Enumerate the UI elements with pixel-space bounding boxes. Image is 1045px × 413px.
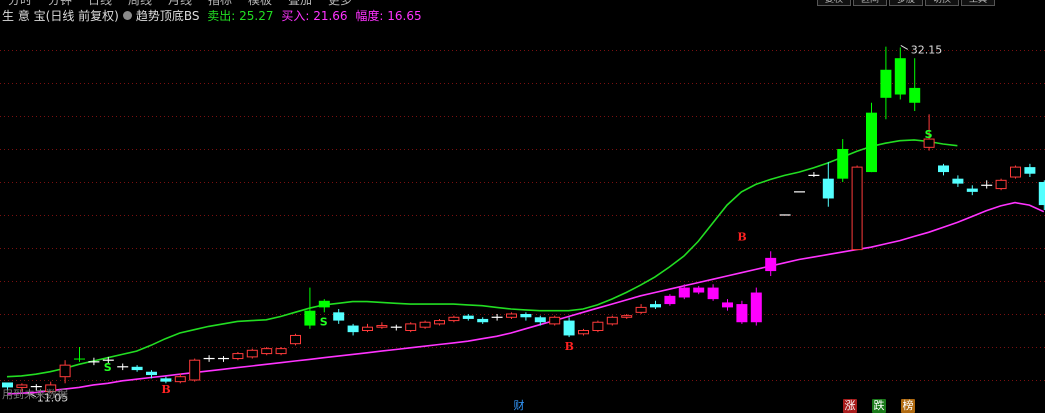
candle-body [606,316,618,325]
candle-body [318,300,330,308]
candle-body [678,287,690,298]
candle-body [405,323,417,331]
candle-body [520,313,532,318]
candle-body [563,320,575,336]
candle-body [174,376,186,383]
candle-body [232,353,244,360]
candlestick-chart[interactable]: SBSBBS32.1511.05 [0,0,1045,413]
future-data-note: 用到未来数据 [2,388,68,401]
candle-body [376,325,388,328]
candle-body [966,188,978,192]
buy-signal: B [565,340,574,353]
candle-body [851,166,863,251]
candle-body [131,366,143,371]
candle-body [837,148,849,179]
candle-body [952,178,964,184]
candle-body [1038,181,1045,206]
sell-signal: S [320,315,328,328]
candle-body [707,287,719,300]
candle-body [448,316,460,322]
candle-body [592,321,604,331]
candle-body [765,257,777,272]
candle-body [1010,166,1021,178]
candle-body [693,287,705,293]
candle-body [74,358,85,360]
candle-body [578,329,589,335]
candle-body [736,304,748,323]
candle-body [909,87,921,103]
sell-signal: S [104,361,112,374]
sell-signal: S [925,128,933,141]
candle-body [434,320,445,325]
candle-body [290,334,301,345]
candle-body [246,349,258,358]
candle-body [650,304,661,308]
candle-body [419,321,431,328]
candle-body [347,325,359,333]
candle-body [822,178,834,199]
candle-body [995,179,1007,190]
candle-body [621,315,633,318]
candle-body [635,306,647,313]
candle-body [146,371,157,376]
candle-body [362,326,373,331]
candle-body [160,378,172,382]
candle-body [59,364,71,378]
candle-body [189,359,201,381]
candle-body [534,317,546,323]
high-label: 32.15 [911,43,943,56]
high-pointer [900,45,909,50]
list-rank-marker[interactable]: 榜 [901,399,915,413]
buy-signal: B [737,230,746,243]
candle-body [333,312,345,321]
candle-body [506,313,517,318]
candle-body [261,348,273,355]
finance-marker[interactable]: 财 [512,399,526,413]
candle-body [664,295,676,305]
buy-signal: B [161,383,170,396]
candle-body [750,292,762,323]
candle-body [938,165,949,173]
candle-body [722,302,733,308]
candle-body [275,348,287,355]
candle-body [462,315,474,319]
lower-band-line [6,201,1045,395]
fall-rank-marker[interactable]: 跌 [872,399,886,413]
candle-body [304,310,316,326]
candle-body [894,58,906,95]
candle-body [1024,167,1036,174]
rise-rank-marker[interactable]: 涨 [843,399,857,413]
candle-body [549,316,561,325]
candle-body [866,112,877,173]
candle-body [880,69,892,98]
candle-body [477,318,489,323]
